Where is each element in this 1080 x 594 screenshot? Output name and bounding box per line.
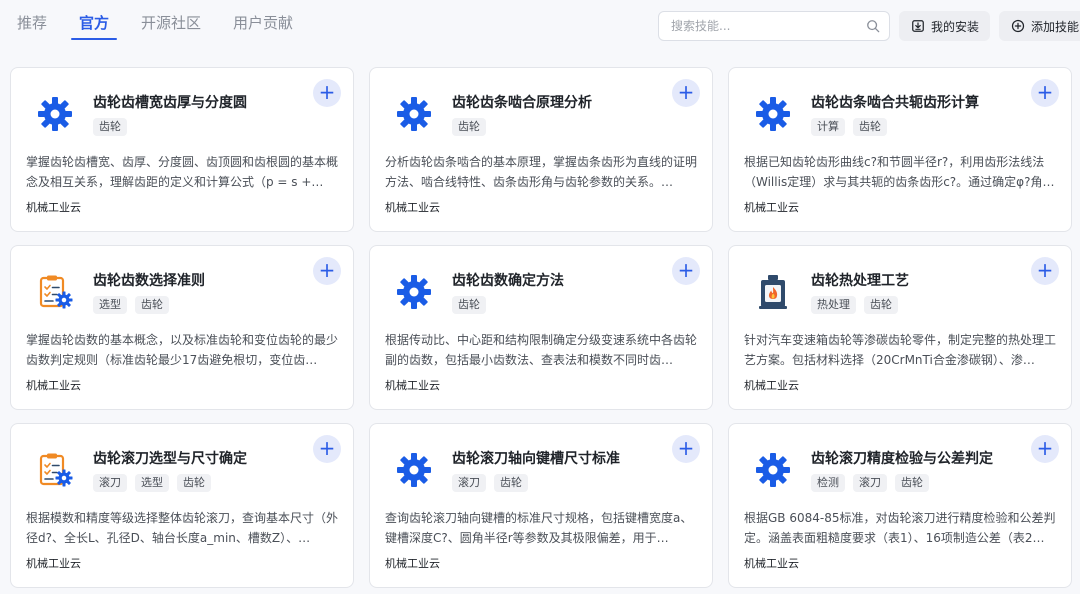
skill-card[interactable]: 齿轮齿数选择准则 选型 齿轮 + 掌握齿轮齿数的基本概念，以及标准齿轮和变位齿轮的最少齿… [10, 245, 354, 410]
my-install-label: 我的安装 [931, 19, 980, 34]
skill-card[interactable]: 齿轮齿条啮合原理分析 齿轮 + 分析齿轮齿条啮合的基本原理，掌握齿条齿形为直线的证明方… [369, 67, 713, 232]
search-icon[interactable] [866, 19, 880, 33]
search-input[interactable] [659, 12, 849, 40]
skill-tag: 检测 [811, 474, 845, 492]
tab-recommended[interactable]: 推荐 [17, 12, 47, 40]
skill-title: 齿轮齿数确定方法 [452, 273, 564, 289]
skill-card[interactable]: 齿轮滚刀选型与尺寸确定 滚刀 选型 齿轮 + 根据模数和精度等级选择整体齿轮滚刀，查询基本… [10, 423, 354, 588]
skill-description: 根据已知齿轮齿形曲线c?和节圆半径r?，利用齿形法线法（Willis定理）求与其… [744, 155, 1055, 189]
add-skill-button[interactable]: 添加技能 [999, 11, 1080, 41]
skill-tag: 齿轮 [895, 474, 929, 492]
skill-title: 齿轮齿条啮合共轭齿形计算 [811, 95, 979, 111]
add-skill-icon[interactable]: + [672, 257, 700, 285]
skill-tag: 齿轮 [864, 296, 898, 314]
add-skill-icon[interactable]: + [313, 79, 341, 107]
install-icon [912, 20, 924, 32]
skill-card[interactable]: 齿轮滚刀轴向键槽尺寸标准 滚刀 齿轮 + 查询齿轮滚刀轴向键槽的标准尺寸规格，包括键槽宽… [369, 423, 713, 588]
skill-description: 根据模数和精度等级选择整体齿轮滚刀，查询基本尺寸（外径d?、全长L、孔径D、轴台… [26, 511, 339, 545]
add-skill-icon[interactable]: + [1031, 435, 1059, 463]
skill-source: 机械工业云 [385, 557, 440, 570]
add-skill-icon[interactable]: + [313, 257, 341, 285]
tab-open-source[interactable]: 开源社区 [141, 12, 201, 40]
skill-title: 齿轮滚刀轴向键槽尺寸标准 [452, 451, 620, 467]
search-box [658, 11, 890, 41]
add-skill-icon[interactable]: + [672, 435, 700, 463]
tab-user-contrib[interactable]: 用户贡献 [233, 12, 293, 40]
skill-title: 齿轮齿数选择准则 [93, 273, 205, 289]
tag-list: 滚刀 齿轮 [452, 474, 536, 492]
skill-description: 查询齿轮滚刀轴向键槽的标准尺寸规格，包括键槽宽度a、键槽深度C?、圆角半径r等参… [385, 511, 693, 545]
skill-source: 机械工业云 [26, 557, 81, 570]
tag-list: 齿轮 [452, 118, 494, 136]
skill-description: 针对汽车变速箱齿轮等渗碳齿轮零件，制定完整的热处理工艺方案。包括材料选择（20C… [744, 333, 1057, 367]
category-tabs: 推荐 官方 开源社区 用户贡献 [17, 12, 325, 40]
skill-description: 根据GB 6084-85标准，对齿轮滚刀进行精度检验和公差判定。涵盖表面粗糙度要… [744, 511, 1056, 545]
skill-description: 分析齿轮齿条啮合的基本原理，掌握齿条齿形为直线的证明方法、啮合线特性、齿条齿形角… [385, 155, 698, 189]
clipboard-gear-icon [35, 450, 75, 490]
skill-tag: 热处理 [811, 296, 856, 314]
tag-list: 滚刀 选型 齿轮 [93, 474, 219, 492]
skill-tag: 计算 [811, 118, 845, 136]
skill-source: 机械工业云 [744, 379, 799, 392]
skill-tag: 齿轮 [494, 474, 528, 492]
add-skill-icon[interactable]: + [313, 435, 341, 463]
tag-list: 检测 滚刀 齿轮 [811, 474, 937, 492]
skill-description: 掌握齿轮齿数的基本概念，以及标准齿轮和变位齿轮的最少齿数判定规则（标准齿轮最少1… [26, 333, 339, 367]
gear-icon [394, 94, 434, 134]
tag-list: 选型 齿轮 [93, 296, 177, 314]
skill-card[interactable]: 齿轮齿数确定方法 齿轮 + 根据传动比、中心距和结构限制确定分级变速系统中各齿轮副的齿… [369, 245, 713, 410]
tag-list: 热处理 齿轮 [811, 296, 906, 314]
tag-list: 齿轮 [93, 118, 135, 136]
tag-list: 计算 齿轮 [811, 118, 895, 136]
skill-title: 齿轮热处理工艺 [811, 273, 909, 289]
skill-source: 机械工业云 [26, 201, 81, 214]
skill-title: 齿轮滚刀选型与尺寸确定 [93, 451, 247, 467]
skill-source: 机械工业云 [744, 557, 799, 570]
my-install-button[interactable]: 我的安装 [899, 11, 990, 41]
furnace-icon [753, 272, 793, 312]
top-bar: 推荐 官方 开源社区 用户贡献 我的安装 添加技能 [0, 0, 1080, 52]
gear-icon [35, 94, 75, 134]
gear-icon [753, 450, 793, 490]
add-skill-label: 添加技能 [1031, 19, 1080, 34]
skill-source: 机械工业云 [26, 379, 81, 392]
skill-tag: 齿轮 [452, 296, 486, 314]
tab-official[interactable]: 官方 [71, 12, 118, 40]
skill-description: 掌握齿轮齿槽宽、齿厚、分度圆、齿顶圆和齿根圆的基本概念及相互关系，理解齿距的定义… [26, 155, 339, 189]
skill-title: 齿轮滚刀精度检验与公差判定 [811, 451, 993, 467]
skill-tag: 齿轮 [853, 118, 887, 136]
gear-icon [753, 94, 793, 134]
add-skill-icon[interactable]: + [1031, 257, 1059, 285]
clipboard-gear-icon [35, 272, 75, 312]
skill-tag: 齿轮 [452, 118, 486, 136]
gear-icon [394, 450, 434, 490]
plus-circle-icon [1011, 19, 1025, 33]
skill-tag: 选型 [93, 296, 127, 314]
skill-source: 机械工业云 [744, 201, 799, 214]
skill-tag: 齿轮 [135, 296, 169, 314]
skill-card[interactable]: 齿轮热处理工艺 热处理 齿轮 + 针对汽车变速箱齿轮等渗碳齿轮零件，制定完整的热处理工艺… [728, 245, 1072, 410]
skill-tag: 齿轮 [93, 118, 127, 136]
skill-description: 根据传动比、中心距和结构限制确定分级变速系统中各齿轮副的齿数，包括最小齿数法、查… [385, 333, 698, 367]
gear-icon [394, 272, 434, 312]
add-skill-icon[interactable]: + [1031, 79, 1059, 107]
skill-title: 齿轮齿槽宽齿厚与分度圆 [93, 95, 247, 111]
skill-source: 机械工业云 [385, 379, 440, 392]
tag-list: 齿轮 [452, 296, 494, 314]
skill-tag: 滚刀 [93, 474, 127, 492]
skill-card[interactable]: 齿轮齿槽宽齿厚与分度圆 齿轮 + 掌握齿轮齿槽宽、齿厚、分度圆、齿顶圆和齿根圆的基本概… [10, 67, 354, 232]
add-skill-icon[interactable]: + [672, 79, 700, 107]
skill-title: 齿轮齿条啮合原理分析 [452, 95, 592, 111]
skill-tag: 滚刀 [853, 474, 887, 492]
skill-card[interactable]: 齿轮滚刀精度检验与公差判定 检测 滚刀 齿轮 + 根据GB 6084-85标准，对齿轮滚刀… [728, 423, 1072, 588]
skill-card[interactable]: 齿轮齿条啮合共轭齿形计算 计算 齿轮 + 根据已知齿轮齿形曲线c?和节圆半径r?，利用齿… [728, 67, 1072, 232]
skill-source: 机械工业云 [385, 201, 440, 214]
skill-tag: 滚刀 [452, 474, 486, 492]
skill-tag: 选型 [135, 474, 169, 492]
skill-tag: 齿轮 [177, 474, 211, 492]
